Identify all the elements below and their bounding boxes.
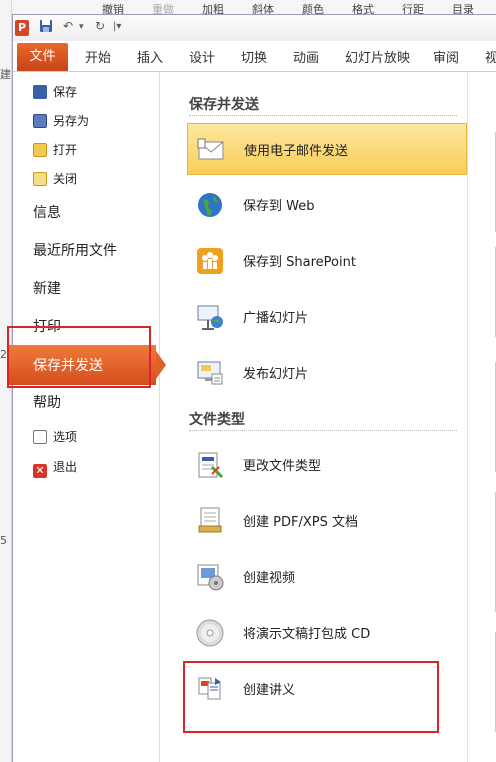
tab-home[interactable]: 开始: [85, 47, 111, 66]
tab-design[interactable]: 设计: [189, 47, 215, 66]
tab-review[interactable]: 审阅: [433, 47, 459, 66]
save-icon[interactable]: [39, 19, 53, 36]
annotation-highlight-save-and-send: [7, 326, 151, 388]
nav-save-as[interactable]: 另存为: [33, 110, 89, 132]
exit-icon: ✕: [33, 464, 47, 478]
nav-options-label: 选项: [53, 430, 78, 444]
save-to-sharepoint-option[interactable]: 保存到 SharePoint: [187, 235, 467, 287]
nav-save[interactable]: 保存: [33, 81, 77, 103]
create-pdf-xps-option[interactable]: 创建 PDF/XPS 文档: [187, 495, 467, 547]
divider: [189, 430, 457, 431]
nav-close-label: 关闭: [53, 172, 78, 186]
close-folder-icon: [33, 172, 47, 186]
background-fragment: 建: [0, 68, 11, 81]
section-title-file-types: 文件类型: [189, 412, 245, 428]
customize-qat-icon[interactable]: |▾: [113, 21, 121, 32]
chevron-down-icon[interactable]: ▾: [79, 22, 84, 32]
divider: [189, 115, 457, 116]
background-fragment: 5: [0, 534, 7, 547]
send-email-option[interactable]: 使用电子邮件发送: [187, 123, 477, 175]
ribbon-tab-bar: 文件 开始 插入 设计 切换 动画 幻灯片放映 审阅 视: [13, 41, 496, 72]
nav-open[interactable]: 打开: [33, 139, 77, 161]
undo-icon[interactable]: ↶: [63, 19, 73, 33]
background-fragment: 2: [0, 348, 7, 361]
globe-icon: [195, 190, 225, 220]
powerpoint-window: P ↶ ▾ ↻ |▾ 文件 开始 插入 设计 切换 动画 幻灯片放映 审阅 视 …: [9, 14, 496, 762]
nav-save-as-label: 另存为: [53, 114, 90, 128]
annotation-highlight-create-handouts: [183, 661, 439, 733]
redo-icon[interactable]: ↻: [95, 19, 105, 33]
quick-access-toolbar: P ↶ ▾ ↻ |▾: [13, 15, 496, 41]
nav-new[interactable]: 新建: [33, 278, 61, 298]
nav-exit-label: 退出: [53, 460, 78, 474]
package-for-cd-option[interactable]: 将演示文稿打包成 CD: [187, 607, 467, 659]
tab-view[interactable]: 视: [485, 47, 496, 66]
send-email-label: 使用电子邮件发送: [244, 144, 349, 159]
tab-transitions[interactable]: 切换: [241, 47, 267, 66]
save-as-icon: [33, 114, 47, 128]
sharepoint-icon: [195, 246, 225, 276]
nav-open-label: 打开: [53, 143, 78, 157]
tab-slideshow[interactable]: 幻灯片放映: [345, 47, 410, 66]
create-video-option[interactable]: 创建视频: [187, 551, 467, 603]
nav-save-label: 保存: [53, 85, 78, 99]
nav-exit[interactable]: ✕ 退出: [33, 456, 77, 478]
section-title-send: 保存并发送: [189, 97, 259, 113]
package-for-cd-label: 将演示文稿打包成 CD: [243, 627, 371, 642]
options-icon: [33, 430, 47, 444]
open-folder-icon: [33, 143, 47, 157]
tab-insert[interactable]: 插入: [137, 47, 163, 66]
save-icon: [33, 85, 47, 99]
active-indicator-arrow: [156, 351, 166, 379]
email-icon: [196, 135, 226, 165]
publish-slides-label: 发布幻灯片: [243, 367, 309, 382]
publish-slides-icon: [195, 358, 225, 388]
create-pdf-xps-label: 创建 PDF/XPS 文档: [243, 515, 358, 530]
details-pane: [467, 72, 496, 762]
nav-info[interactable]: 信息: [33, 202, 61, 222]
change-file-type-option[interactable]: 更改文件类型: [187, 439, 467, 491]
change-file-type-label: 更改文件类型: [243, 459, 322, 474]
nav-close[interactable]: 关闭: [33, 168, 77, 190]
broadcast-icon: [195, 302, 225, 332]
save-to-web-label: 保存到 Web: [243, 199, 315, 214]
create-video-label: 创建视频: [243, 571, 296, 586]
broadcast-slideshow-option[interactable]: 广播幻灯片: [187, 291, 467, 343]
change-file-type-icon: [195, 450, 225, 480]
cd-icon: [195, 618, 225, 648]
tab-file[interactable]: 文件: [17, 43, 68, 71]
pdf-document-icon: [195, 506, 225, 536]
nav-options[interactable]: 选项: [33, 426, 77, 448]
video-icon: [195, 562, 225, 592]
backstage-nav: 保存 另存为 打开 关闭 信息 最近所用文件 新建 打印 保存并发送 帮助 选项…: [9, 72, 166, 762]
nav-recent[interactable]: 最近所用文件: [33, 240, 117, 260]
publish-slides-option[interactable]: 发布幻灯片: [187, 347, 467, 399]
save-to-web-option[interactable]: 保存到 Web: [187, 179, 467, 231]
broadcast-slideshow-label: 广播幻灯片: [243, 311, 309, 326]
powerpoint-app-icon[interactable]: P: [15, 20, 29, 36]
tab-animations[interactable]: 动画: [293, 47, 319, 66]
nav-help[interactable]: 帮助: [33, 392, 61, 412]
save-to-sharepoint-label: 保存到 SharePoint: [243, 255, 356, 270]
